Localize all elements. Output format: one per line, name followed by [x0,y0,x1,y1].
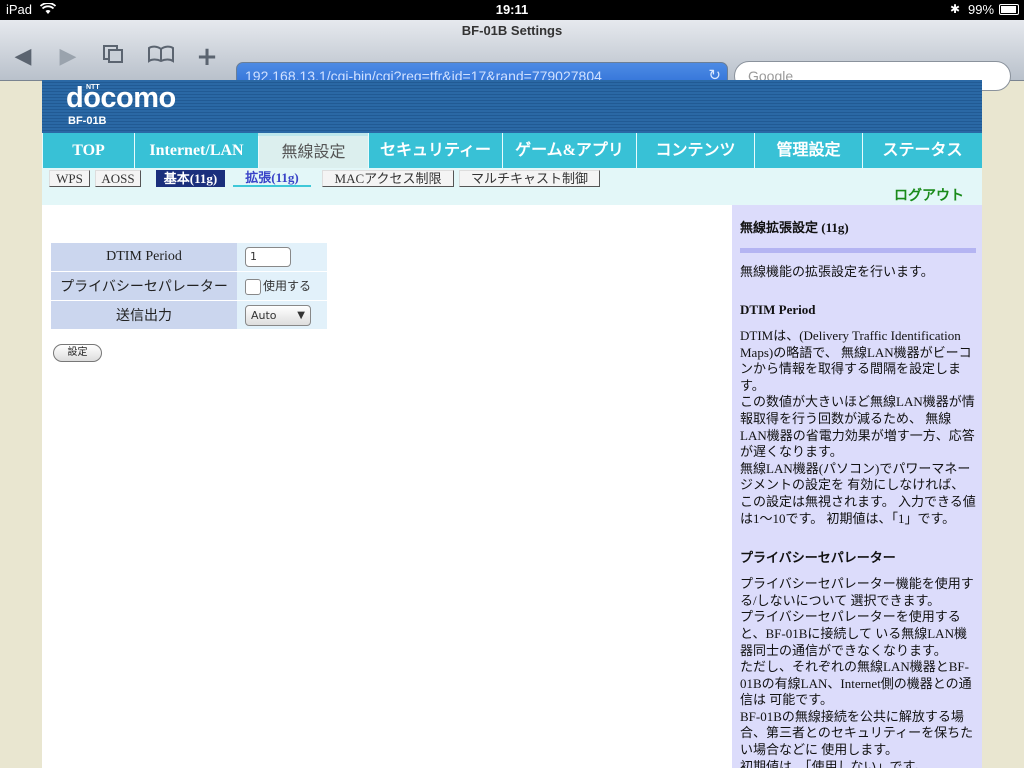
main-nav: TOP Internet/LAN 無線設定 セキュリティー ゲーム&アプリ コン… [42,133,982,168]
help-title: 無線拡張設定 (11g) [740,220,849,235]
subtab-extended-11g[interactable]: 拡張(11g) [233,170,311,187]
dtim-label: DTIM Period [51,243,237,271]
status-bar: iPad 19:11 ✱ 99% [0,0,1024,20]
help-paragraph: プライバシーセパレーター機能を使用する/しないについて 選択できます。 [740,576,974,608]
privacy-checkbox[interactable] [245,278,261,295]
logout-link[interactable]: ログアウト [894,185,964,205]
table-row: 送信出力 Auto ▼ [51,301,327,329]
help-paragraph: BF-01Bの無線接続を公共に解放する場合、第三者とのセキュリティーを保ちたい場… [740,708,974,758]
forward-arrow-icon[interactable]: ▶ [53,44,83,70]
tab-security[interactable]: セキュリティー [368,133,502,168]
help-paragraph: この数値が大きいほど無線LAN機器が情報取得を行う回数が減るため、 無線LAN機… [740,394,975,460]
page-title: BF-01B Settings [461,23,563,38]
divider [740,248,976,253]
browser-toolbar: BF-01B Settings ◀ ▶ + 192.168.13.1/cgi-b… [0,20,1024,91]
tx-power-label: 送信出力 [51,301,237,329]
submit-button[interactable]: 設定 [53,344,102,362]
chevron-down-icon: ▼ [297,309,305,321]
subtab-multicast[interactable]: マルチキャスト制御 [459,170,600,187]
tab-game-apps[interactable]: ゲーム&アプリ [502,133,636,168]
privacy-checkbox-label: 使用する [263,279,312,294]
header-banner: NTT docomo BF-01B [42,80,982,133]
help-section-title: DTIM Period [740,302,816,317]
back-arrow-icon[interactable]: ◀ [8,44,38,70]
help-paragraph: 無線LAN機器(パソコン)でパワーマネージメントの設定を 有効にしなければ、この… [740,460,976,526]
tx-power-value: Auto [251,308,277,322]
tab-admin[interactable]: 管理設定 [754,133,862,168]
help-paragraph: ただし、それぞれの無線LAN機器とBF-01Bの有線LAN、Internet側の… [740,659,972,708]
sub-nav: WPS AOSS 基本(11g) 拡張(11g) MACアクセス制限 マルチキャ… [42,168,982,205]
docomo-logo: docomo [66,82,176,114]
add-icon[interactable]: + [192,44,222,70]
help-paragraph: 初期値は、「使用しない」です。 [740,758,928,768]
tab-status[interactable]: ステータス [862,133,982,168]
bluetooth-icon: ✱ [950,2,961,16]
tab-wireless[interactable]: 無線設定 [258,136,368,168]
tx-power-select[interactable]: Auto ▼ [245,304,311,326]
help-paragraph: DTIMは、(Delivery Traffic Identification M… [740,328,972,393]
battery-percent: 99% [968,2,995,17]
table-row: DTIM Period 1 [51,243,327,271]
help-paragraph: プライバシーセパレーターを使用すると、BF-01Bに接続して いる無線LAN機器… [740,609,967,658]
help-intro: 無線機能の拡張設定を行います。 [740,264,934,279]
settings-form: DTIM Period 1 プライバシーセパレーター 使用する 送信出力 Aut… [42,205,732,768]
clock: 19:11 [495,2,529,17]
battery-icon [999,4,1019,15]
settings-table: DTIM Period 1 プライバシーセパレーター 使用する 送信出力 Aut… [51,242,327,330]
web-page: NTT docomo BF-01B TOP Internet/LAN 無線設定 … [42,80,982,768]
tab-contents[interactable]: コンテンツ [636,133,754,168]
privacy-separator-label: プライバシーセパレーター [51,272,237,300]
help-panel: 無線拡張設定 (11g) 無線機能の拡張設定を行います。 DTIM Period… [732,205,982,768]
model-name: BF-01B [68,115,107,127]
subtab-basic-11g[interactable]: 基本(11g) [156,170,225,187]
tab-internet-lan[interactable]: Internet/LAN [134,133,258,168]
tab-top[interactable]: TOP [42,133,134,168]
bookmarks-icon[interactable] [146,44,176,70]
dtim-input[interactable]: 1 [245,247,291,267]
table-row: プライバシーセパレーター 使用する [51,272,327,300]
subtab-wps[interactable]: WPS [49,170,90,187]
subtab-aoss[interactable]: AOSS [95,170,141,187]
subtab-mac-access[interactable]: MACアクセス制限 [322,170,454,187]
help-section-title: プライバシーセパレーター [740,550,896,566]
pages-icon[interactable] [98,44,128,70]
